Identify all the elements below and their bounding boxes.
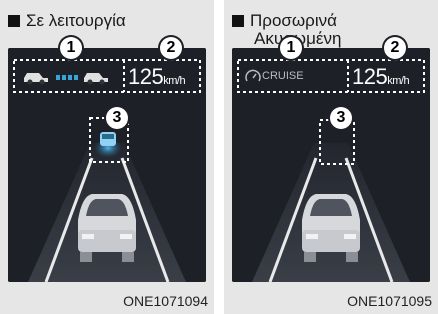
marker-2: 2 [160,37,182,59]
speed-unit: km/h [387,75,410,87]
marker-3: 3 [106,107,128,129]
set-speed: 125km/h [352,64,410,90]
set-speed: 125km/h [128,64,186,90]
car-rear-icon [78,194,136,262]
lead-car-icon [100,132,116,146]
cluster-screen-active: 125km/h [8,48,206,282]
marker-1: 1 [280,37,302,59]
bullet-square [232,15,244,27]
set-speed-value: 125 [352,64,388,89]
heading-active: Σε λειτουργία [8,12,126,30]
cruise-label: CRUISE [262,70,304,82]
figure-code: ONE1071094 [123,293,208,309]
marker-2: 2 [384,37,406,59]
marker-3: 3 [330,107,352,129]
set-speed-value: 125 [128,64,164,89]
speed-unit: km/h [163,75,186,87]
car-rear-icon [302,194,360,262]
cluster-screen-suspended: CRUISE 125km/h [232,48,430,282]
heading-suspended-line1: Προσωρινά [250,11,337,30]
heading-active-text: Σε λειτουργία [26,11,126,30]
panel-suspended: Προσωρινά Ακυρωμένη [224,0,438,314]
figure-code: ONE1071095 [347,293,432,309]
bullet-square [8,15,20,27]
marker-1: 1 [60,37,82,59]
panel-active: Σε λειτουργία 125km/h 1 2 3 ONE1071094 [0,0,214,314]
